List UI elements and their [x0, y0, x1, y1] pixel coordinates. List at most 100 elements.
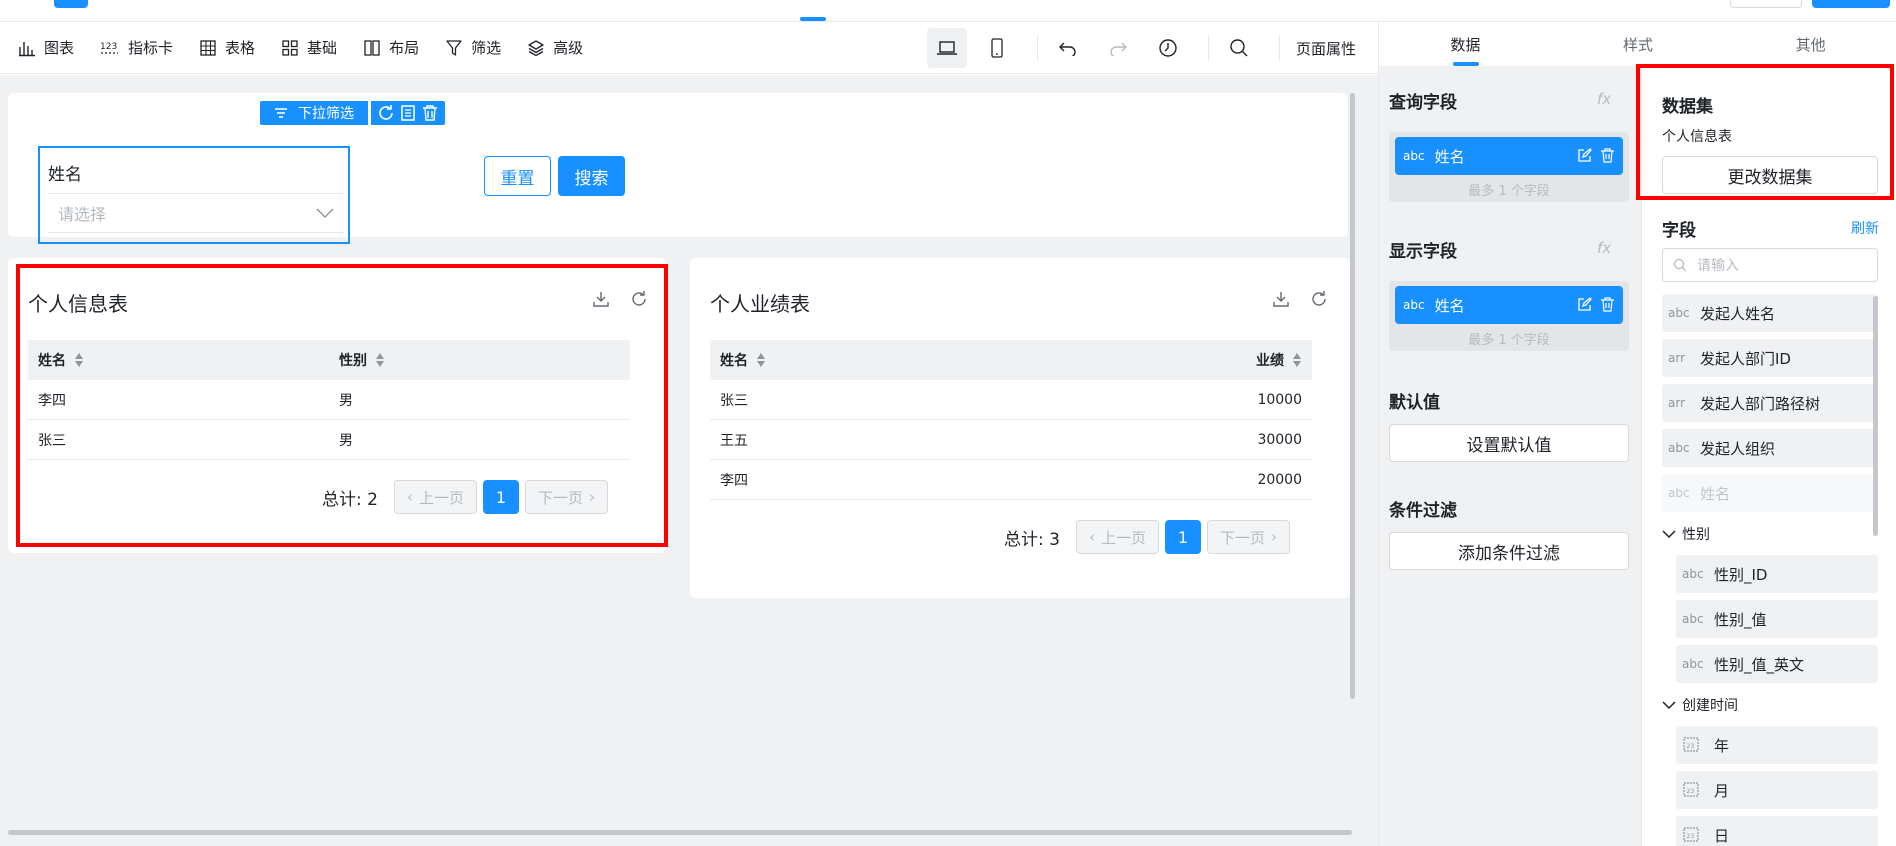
query-field-dropzone[interactable]: abc 姓名 最多 1 个字段 [1389, 132, 1629, 202]
redo-icon [1110, 42, 1127, 56]
download-button[interactable] [592, 290, 610, 308]
svg-text:23: 23 [1687, 788, 1695, 795]
refresh-button[interactable] [630, 290, 648, 308]
layers-icon [528, 39, 544, 56]
change-dataset-button[interactable]: 更改数据集 [1662, 156, 1878, 194]
prev-page-button[interactable]: ‹ 上一页 [393, 480, 477, 514]
delete-button[interactable] [1600, 297, 1615, 312]
table-cell: 30000 [1257, 431, 1302, 448]
query-field-title: 查询字段 [1389, 93, 1457, 113]
next-page-button[interactable]: 下一页 › [524, 480, 608, 514]
field-name: 性别_值 [1714, 610, 1767, 629]
edit-button[interactable] [1577, 297, 1592, 312]
dropdown-filter-component[interactable]: 姓名 请选择 [38, 146, 350, 244]
field-item[interactable]: 23 日 [1676, 816, 1878, 846]
page-properties-button[interactable]: 页面属性 [1296, 38, 1356, 59]
formula-icon[interactable]: fx [1597, 239, 1611, 257]
field-item[interactable]: abc 发起人组织 [1662, 429, 1878, 467]
field-item[interactable]: 23 月 [1676, 771, 1878, 809]
default-value-title: 默认值 [1389, 393, 1440, 413]
mobile-view-button[interactable] [977, 28, 1017, 68]
display-field-dropzone[interactable]: abc 姓名 最多 1 个字段 [1389, 281, 1629, 351]
download-icon [593, 292, 609, 307]
toolbar-chart[interactable]: 图表 [18, 37, 74, 58]
toolbar-basic[interactable]: 基础 [281, 37, 337, 58]
table-cell: 男 [339, 432, 353, 449]
page-number[interactable]: 1 [482, 480, 519, 514]
search-button[interactable] [1219, 28, 1259, 68]
fields-title: 字段 [1662, 221, 1696, 241]
query-field-pill[interactable]: abc 姓名 [1395, 137, 1623, 175]
download-button[interactable] [1272, 290, 1290, 308]
refresh-button[interactable] [1310, 290, 1328, 308]
tab-data[interactable]: 数据 [1379, 22, 1552, 66]
field-name: 月 [1714, 781, 1730, 800]
page-number[interactable]: 1 [1164, 520, 1201, 554]
field-item[interactable]: arr 发起人部门路径树 [1662, 384, 1878, 422]
field-item[interactable]: abc 性别_值 [1676, 600, 1878, 638]
canvas-vertical-scrollbar[interactable] [1350, 93, 1355, 699]
fields-refresh-link[interactable]: 刷新 [1851, 218, 1879, 238]
field-search-placeholder: 请输入 [1697, 258, 1739, 274]
canvas-horizontal-scrollbar[interactable] [8, 830, 1352, 835]
refresh-icon [379, 105, 393, 120]
table-icon [200, 39, 216, 56]
performance-table-card[interactable]: 个人业绩表 姓名 业绩 张三 10000 王五 30000 李四 20000 总… [690, 258, 1350, 598]
card-title: 个人业绩表 [710, 292, 810, 316]
properties-panel: 数据 样式 其他 查询字段 fx abc 姓名 最多 1 个字段 显示字段 fx… [1378, 22, 1896, 846]
field-item[interactable]: abc 发起人姓名 [1662, 294, 1878, 332]
copy-button[interactable] [399, 104, 417, 122]
history-button[interactable] [1148, 28, 1188, 68]
redo-button[interactable] [1098, 28, 1138, 68]
column-header[interactable]: 业绩 [1011, 350, 1312, 370]
next-page-button[interactable]: 下一页 › [1206, 520, 1290, 554]
filter-area: 姓名 请选择 [8, 93, 1348, 244]
edit-button[interactable] [1577, 148, 1592, 163]
column-header[interactable]: 性别 [329, 350, 630, 370]
personal-info-table-card[interactable]: 个人信息表 姓名 性别 李四 男 张三 男 总计: 2 ‹ 上一页 1 下一页 … [8, 258, 666, 553]
component-type-tag[interactable]: 下拉筛选 [260, 101, 368, 125]
field-group-items: 23 年 23 月 23 日 [1676, 726, 1878, 846]
undo-button[interactable] [1048, 28, 1088, 68]
desktop-view-button[interactable] [926, 28, 967, 68]
field-item[interactable]: 23 年 [1676, 726, 1878, 764]
search-submit-button[interactable]: 搜索 [558, 156, 625, 196]
trash-icon [1601, 148, 1614, 163]
toolbar-layout[interactable]: 布局 [363, 37, 419, 58]
toolbar-metric[interactable]: 123 指标卡 [100, 37, 173, 58]
component-toolbar: 图表 123 指标卡 表格 基础 布局 筛选 高级 页面属性 [0, 22, 1378, 74]
field-group-toggle[interactable]: 性别 [1662, 519, 1878, 549]
reset-button[interactable]: 重置 [484, 156, 551, 196]
tab-style[interactable]: 样式 [1552, 22, 1725, 66]
tab-other[interactable]: 其他 [1724, 22, 1896, 66]
field-search-input[interactable]: 请输入 [1662, 248, 1878, 282]
formula-icon[interactable]: fx [1597, 90, 1611, 108]
set-default-button[interactable]: 设置默认值 [1389, 424, 1629, 462]
delete-button[interactable] [1600, 148, 1615, 163]
trash-icon [423, 105, 437, 121]
add-condition-button[interactable]: 添加条件过滤 [1389, 532, 1629, 570]
toolbar-filter[interactable]: 筛选 [445, 37, 501, 58]
top-primary-button[interactable] [1812, 0, 1890, 8]
field-group-toggle[interactable]: 创建时间 [1662, 690, 1878, 720]
display-field-pill[interactable]: abc 姓名 [1395, 286, 1623, 324]
field-list-scrollbar[interactable] [1873, 296, 1878, 536]
field-type: arr [1668, 351, 1686, 365]
toolbar-advanced[interactable]: 高级 [527, 37, 583, 58]
field-item[interactable]: abc 性别_值_英文 [1676, 645, 1878, 683]
field-name: 发起人部门ID [1700, 349, 1791, 368]
column-header[interactable]: 姓名 [28, 350, 329, 370]
filter-select[interactable]: 请选择 [48, 193, 344, 233]
field-item[interactable]: arr 发起人部门ID [1662, 339, 1878, 377]
top-secondary-button[interactable] [1730, 0, 1802, 8]
next-label: 下一页 [537, 488, 583, 507]
field-name: 年 [1714, 736, 1730, 755]
refresh-button[interactable] [377, 104, 395, 122]
calendar-icon: 23 [1682, 780, 1714, 801]
toolbar-table[interactable]: 表格 [199, 37, 255, 58]
delete-button[interactable] [421, 104, 439, 122]
column-header[interactable]: 姓名 [710, 350, 1011, 370]
search-icon [1230, 39, 1248, 57]
prev-page-button[interactable]: ‹ 上一页 [1075, 520, 1159, 554]
field-item[interactable]: abc 性别_ID [1676, 555, 1878, 593]
